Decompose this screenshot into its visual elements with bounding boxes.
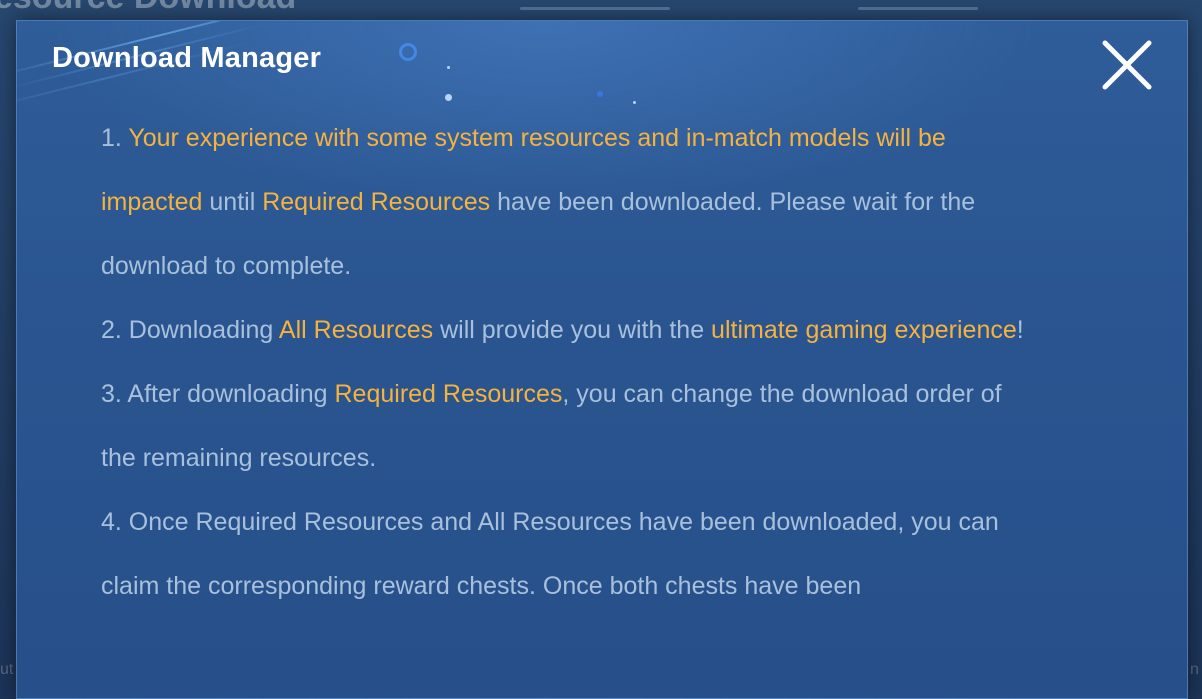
- highlighted-text: ultimate gaming experience: [711, 316, 1017, 344]
- background-progress-bar-2: [858, 7, 978, 10]
- info-paragraph-1: 1. Your experience with some system reso…: [101, 106, 1041, 298]
- dialog-title: Download Manager: [52, 42, 322, 74]
- highlighted-text: Required Resources: [262, 188, 491, 216]
- close-button[interactable]: [1095, 33, 1159, 97]
- info-text: will provide you with the: [433, 316, 712, 344]
- decorative-sparkle: [597, 91, 603, 97]
- background-side-text-right: n: [1190, 661, 1199, 678]
- info-text: 3. After downloading: [101, 380, 335, 408]
- info-paragraph-2: 2. Downloading All Resources will provid…: [101, 298, 1041, 362]
- background-screen-title: esource Download: [0, 0, 296, 17]
- background-side-text-left: ut: [0, 661, 14, 678]
- decorative-sparkle: [447, 66, 450, 69]
- info-text: 4. Once Required Resources and All Resou…: [101, 508, 999, 600]
- download-manager-dialog: Download Manager 1. Your experience with…: [16, 20, 1188, 699]
- info-text: !: [1016, 316, 1024, 344]
- close-x-icon: [1102, 40, 1152, 90]
- highlighted-text: All Resources: [278, 316, 434, 344]
- decorative-ring: [399, 43, 417, 61]
- decorative-sparkle: [633, 101, 636, 104]
- info-text: 2. Downloading: [101, 316, 279, 344]
- background-progress-bar-1: [520, 7, 670, 10]
- info-text: 1.: [101, 124, 129, 152]
- download-info-text: 1. Your experience with some system reso…: [101, 106, 1041, 618]
- info-text: until: [202, 188, 263, 216]
- highlighted-text: Required Resources: [334, 380, 563, 408]
- decorative-sparkle: [445, 94, 452, 101]
- info-paragraph-4: 4. Once Required Resources and All Resou…: [101, 490, 1041, 618]
- info-paragraph-3: 3. After downloading Required Resources,…: [101, 362, 1041, 490]
